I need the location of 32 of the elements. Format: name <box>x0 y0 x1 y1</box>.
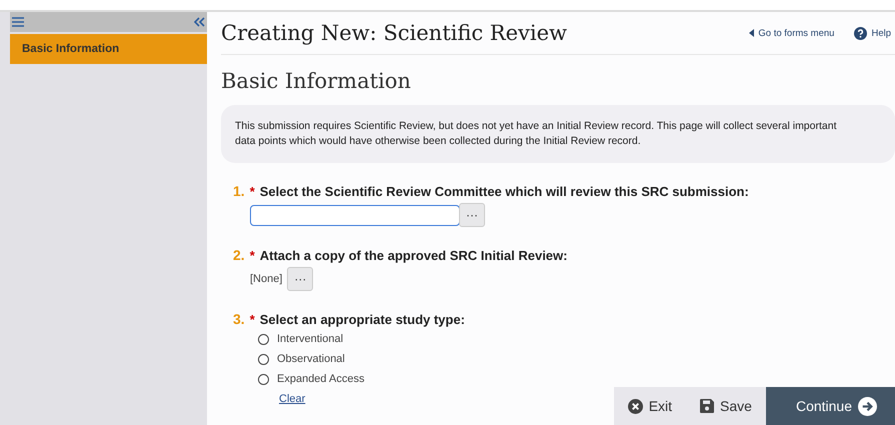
clear-link[interactable]: Clear <box>279 393 306 405</box>
browse-button[interactable]: ··· <box>287 267 314 291</box>
radio-option[interactable]: Expanded Access <box>258 369 895 389</box>
question-label: Select the Scientific Review Committee which will review this SRC submission: <box>260 184 749 199</box>
forms-menu-link[interactable]: Go to forms menu <box>749 28 834 38</box>
committee-input-field[interactable] <box>250 204 460 226</box>
browse-button[interactable]: ··· <box>459 203 485 227</box>
sidebar-item[interactable]: Basic Information <box>10 34 207 64</box>
radio-option[interactable]: Interventional <box>258 329 895 349</box>
attachment-value: [None] <box>250 273 282 285</box>
required-asterisk: * <box>250 184 255 199</box>
question-label: Select an appropriate study type: <box>260 312 465 327</box>
help-icon <box>854 26 868 40</box>
help-link[interactable]: Help <box>854 26 891 40</box>
question-number: 1. <box>233 183 245 199</box>
exit-button[interactable]: Exit <box>614 387 686 425</box>
menu-icon[interactable] <box>12 17 24 27</box>
continue-button[interactable]: Continue <box>766 387 895 425</box>
radio-option[interactable]: Observational <box>258 349 895 369</box>
section-title: Basic Information <box>221 69 412 93</box>
save-button[interactable]: Save <box>686 387 766 425</box>
question-number: 3. <box>233 311 245 327</box>
page-title: Creating New: Scientific Review <box>221 21 568 45</box>
question-label: Attach a copy of the approved SRC Initial Review: <box>260 248 568 263</box>
arrow-right-icon <box>858 396 877 416</box>
question-number: 2. <box>233 247 245 263</box>
required-asterisk: * <box>250 312 255 327</box>
notice-text: This submission requires Scientific Review, but does not yet have an Initial Review record. This page will collect several important data points which would have otherwise been collected during the Initial Review record. <box>221 105 895 163</box>
close-icon <box>628 398 643 414</box>
required-asterisk: * <box>250 248 255 263</box>
caret-left-icon <box>749 29 754 37</box>
collapse-chevrons-icon[interactable] <box>194 17 205 27</box>
